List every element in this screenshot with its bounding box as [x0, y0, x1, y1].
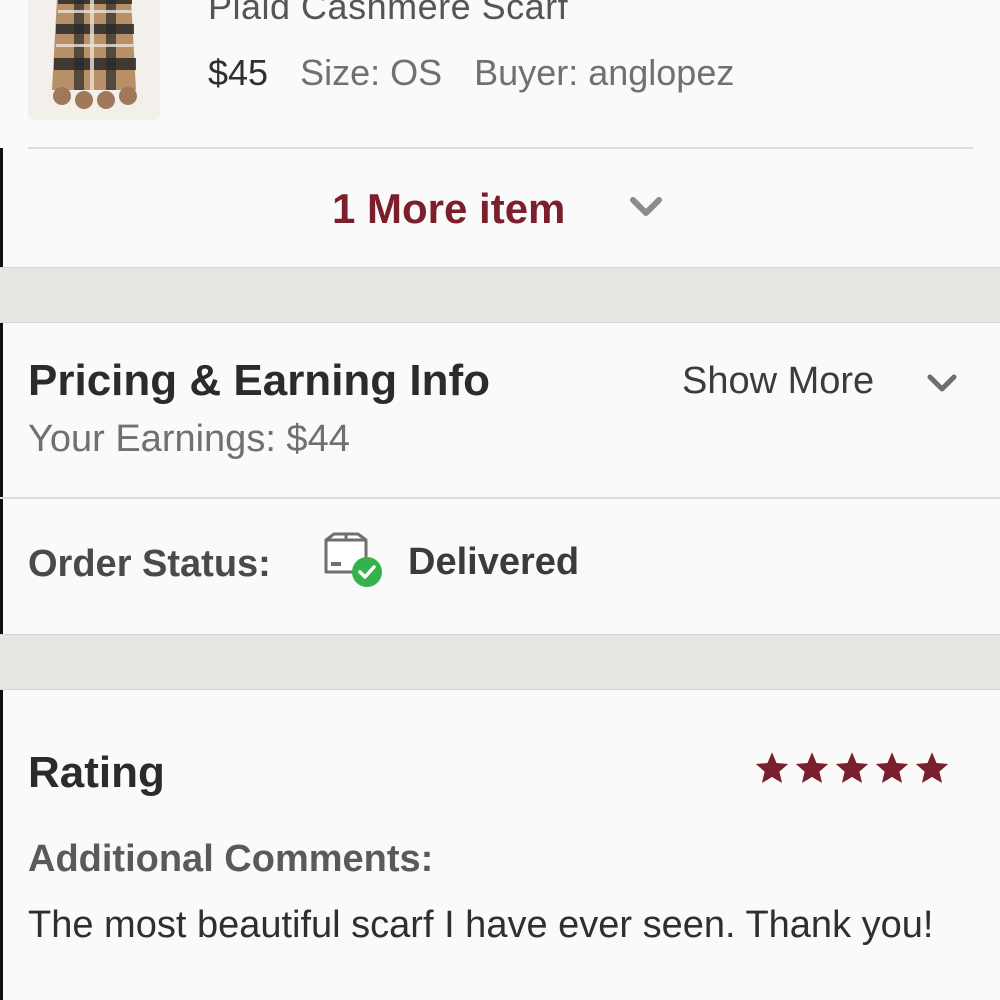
item-meta: $45 Size: OS Buyer: anglopez	[208, 52, 756, 94]
star-icon	[835, 752, 869, 783]
star-icon	[915, 752, 949, 783]
more-items-button[interactable]: 1 More item	[0, 149, 1000, 267]
item-thumbnail[interactable]	[28, 0, 160, 120]
pricing-title: Pricing & Earning Info	[28, 356, 491, 405]
comments-label: Additional Comments:	[28, 838, 434, 880]
chevron-down-icon[interactable]	[925, 370, 959, 396]
item-buyer: Buyer: anglopez	[474, 52, 735, 93]
item-title[interactable]: Plaid Cashmere Scarf	[208, 0, 568, 28]
rating-stars	[754, 750, 950, 786]
package-delivered-icon	[324, 532, 382, 587]
chevron-down-icon[interactable]	[627, 192, 665, 222]
order-status-label: Order Status:	[28, 543, 271, 585]
more-items-label: 1 More item	[332, 185, 566, 232]
rating-title: Rating	[28, 748, 165, 797]
section-separator	[0, 267, 1000, 323]
divider	[0, 497, 1000, 499]
comments-text: The most beautiful scarf I have ever see…	[28, 904, 934, 946]
item-price: $45	[208, 52, 269, 93]
show-more-button[interactable]: Show More	[682, 360, 874, 403]
plaid-scarf-image	[28, 0, 160, 120]
star-icon	[795, 752, 829, 783]
order-item-row[interactable]: Plaid Cashmere Scarf $45 Size: OS Buyer:…	[0, 0, 1000, 148]
your-earnings: Your Earnings: $44	[28, 418, 350, 460]
order-status-value: Delivered	[408, 541, 580, 583]
section-separator	[0, 634, 1000, 690]
star-icon	[755, 752, 789, 783]
item-size: Size: OS	[300, 52, 443, 93]
star-icon	[875, 752, 909, 783]
